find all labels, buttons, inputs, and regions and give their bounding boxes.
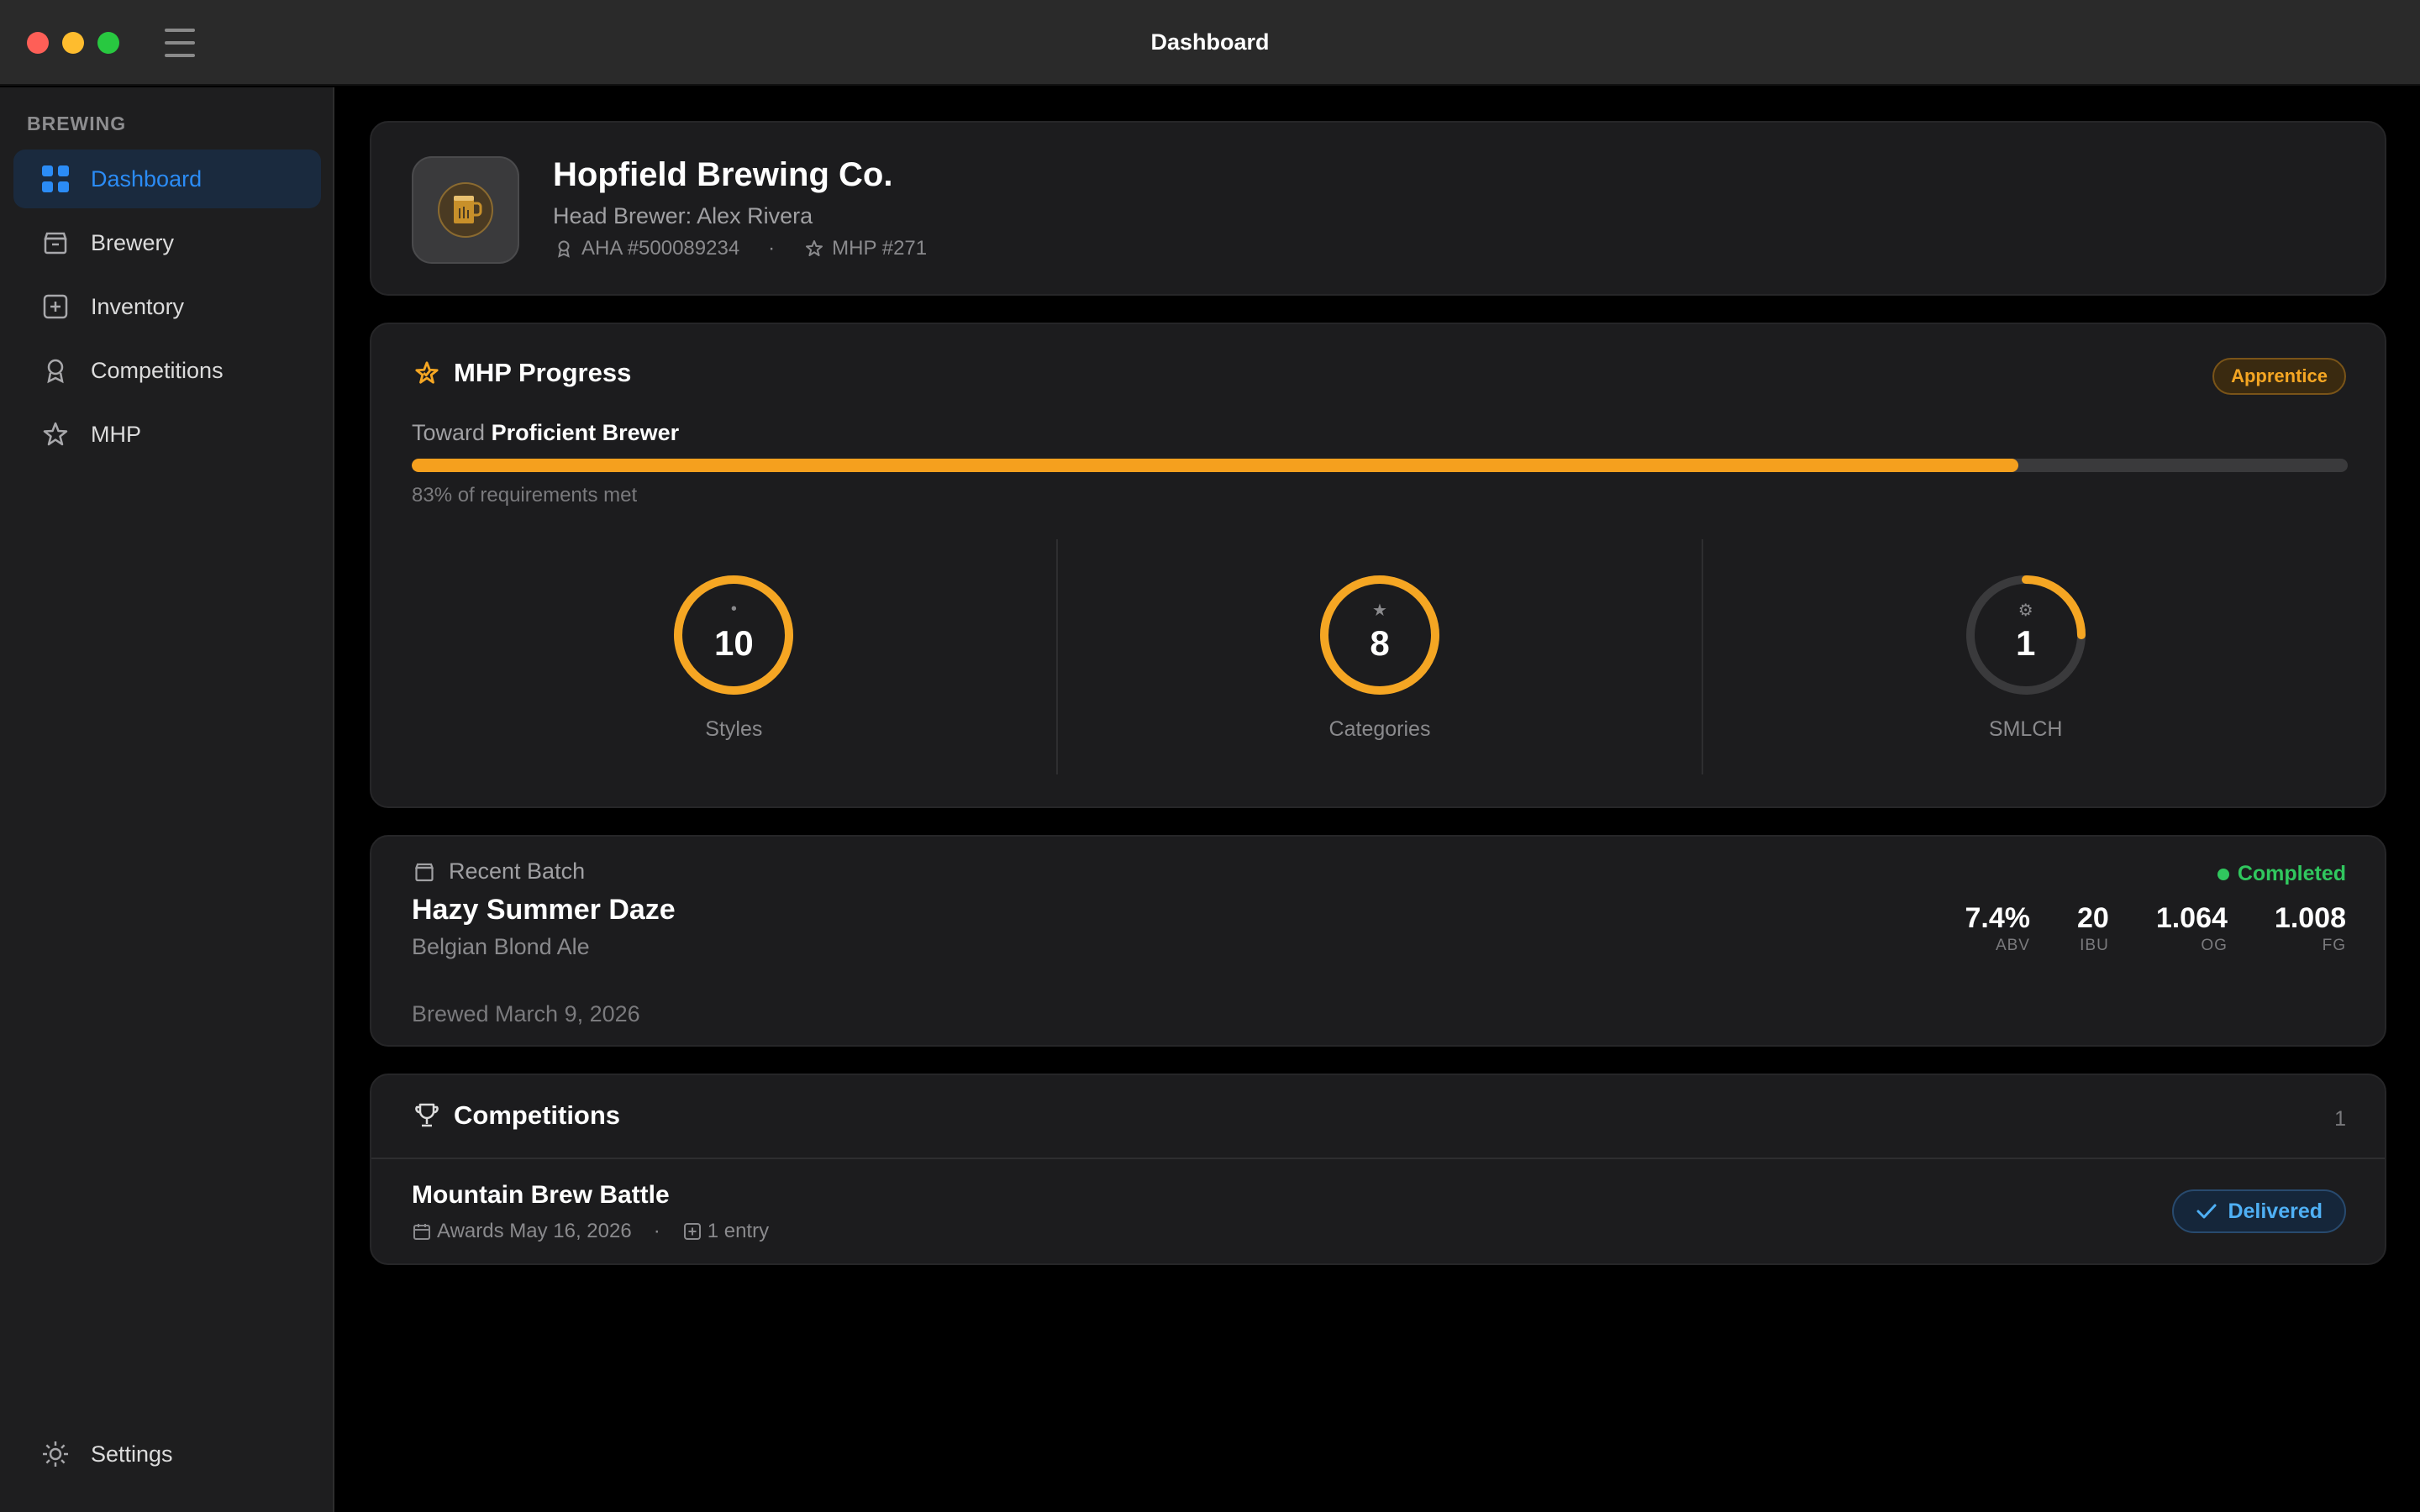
brewery-name: Hopfield Brewing Co. (553, 156, 893, 193)
head-brewer: Head Brewer: Alex Rivera (553, 203, 813, 228)
competitions-card: Competitions 1 Mountain Brew Battle Awar… (370, 1074, 2386, 1265)
calendar-icon (412, 1221, 432, 1242)
mhp-number: MHP #271 (832, 237, 928, 260)
stat-value: 20 (2076, 902, 2109, 934)
grid-icon (40, 164, 71, 194)
title-bar: Dashboard (0, 0, 2420, 86)
sidebar-item-label: Inventory (91, 293, 185, 319)
batch-name: Hazy Summer Daze (412, 894, 676, 926)
gauge-value: 8 (1370, 623, 1390, 663)
competition-meta: Awards May 16, 2026 · 1 entry (412, 1220, 769, 1243)
toward-prefix: Toward (412, 420, 486, 445)
stat-value: 7.4% (1965, 902, 2030, 934)
gauge-value: 1 (2015, 623, 2036, 663)
competitions-title-row: Competitions (412, 1100, 620, 1131)
mhp-progress-bar (412, 459, 2348, 472)
gauge-ring: • 10 (671, 573, 796, 697)
competition-name[interactable]: Mountain Brew Battle (412, 1181, 670, 1210)
profile-meta-row: AHA #500089234 · MHP #271 (553, 237, 927, 260)
rank-badge: Apprentice (2212, 358, 2346, 395)
gauge-categories: ★ 8 Categories (1055, 539, 1702, 774)
archive-box-icon (412, 859, 437, 885)
batch-header-label: Recent Batch (449, 858, 586, 884)
sidebar-item-settings[interactable]: Settings (13, 1425, 321, 1483)
sidebar-item-label: Competitions (91, 357, 224, 383)
delivered-status-badge[interactable]: Delivered (2172, 1189, 2346, 1233)
batch-stats: 7.4% ABV 20 IBU 1.064 OG 1.008 FG (1918, 902, 2346, 955)
mhp-progress-fill (412, 459, 2019, 472)
batch-status-label: Completed (2237, 862, 2346, 885)
batch-style: Belgian Blond Ale (412, 934, 590, 959)
gear-icon: ⚙ (2018, 601, 2033, 620)
entry-count: 1 entry (707, 1220, 770, 1242)
mhp-progress-card: MHP Progress Apprentice Toward Proficien… (370, 323, 2386, 808)
gauge-label: Categories (1328, 717, 1431, 741)
requirements-text: 83% of requirements met (412, 484, 638, 507)
star-outline-icon (803, 238, 825, 260)
stat-abv: 7.4% ABV (1965, 902, 2030, 955)
gauge-label: SMLCH (1988, 717, 2063, 741)
sidebar-item-label: Dashboard (91, 165, 203, 192)
batch-status: Completed (2217, 862, 2346, 886)
star-icon: ★ (1372, 601, 1387, 620)
gauge-label: Styles (705, 717, 763, 741)
status-dot-icon (2217, 868, 2229, 880)
sidebar: BREWING Dashboard Brewery Inventory Comp… (0, 87, 334, 1512)
batch-header: Recent Batch (412, 858, 585, 885)
awards-date: Awards May 16, 2026 (437, 1220, 632, 1242)
award-ribbon-icon (553, 238, 575, 260)
stat-og: 1.064 OG (2156, 902, 2228, 955)
brewery-logo-icon (412, 156, 519, 264)
stat-value: 1.064 (2155, 902, 2228, 934)
gauge-smlch: ⚙ 1 SMLCH (1702, 539, 2348, 774)
aha-number: AHA #500089234 (581, 237, 740, 260)
meta-separator: · (653, 1220, 660, 1242)
sidebar-item-inventory[interactable]: Inventory (13, 277, 321, 336)
recent-batch-card[interactable]: Recent Batch Hazy Summer Daze Belgian Bl… (370, 835, 2386, 1047)
star-badge-icon (412, 358, 442, 388)
stat-label: IBU (2080, 937, 2109, 954)
star-outline-icon (40, 419, 71, 449)
sidebar-item-dashboard[interactable]: Dashboard (13, 150, 321, 208)
sidebar-section-label: BREWING (27, 113, 127, 134)
meta-separator: · (768, 237, 776, 260)
dot-icon: • (730, 600, 737, 618)
toward-target: Toward Proficient Brewer (412, 420, 679, 446)
sidebar-item-brewery[interactable]: Brewery (13, 213, 321, 272)
plus-square-icon (682, 1221, 702, 1242)
gauge-ring: ★ 8 (1318, 573, 1442, 697)
divider (371, 1158, 2385, 1159)
toward-target-name: Proficient Brewer (491, 420, 680, 445)
stat-fg: 1.008 FG (2275, 902, 2346, 955)
gauge-ring: ⚙ 1 (1964, 573, 2088, 697)
delivered-label: Delivered (2228, 1199, 2323, 1223)
archive-box-icon (40, 228, 71, 258)
mhp-gauges: • 10 Styles ★ 8 Categories ⚙ 1 SMLCH (412, 539, 2348, 774)
sidebar-item-competitions[interactable]: Competitions (13, 341, 321, 400)
stat-label: OG (2201, 937, 2228, 954)
gauge-value: 10 (713, 623, 754, 663)
stat-ibu: 20 IBU (2077, 902, 2109, 955)
brewery-profile-card: Hopfield Brewing Co. Head Brewer: Alex R… (370, 121, 2386, 296)
window-title: Dashboard (1150, 29, 1270, 55)
gauge-styles: • 10 Styles (412, 539, 1056, 774)
sidebar-item-mhp[interactable]: MHP (13, 405, 321, 464)
competitions-count: 1 (2334, 1107, 2346, 1131)
gear-icon (40, 1439, 71, 1469)
plus-square-icon (40, 291, 71, 322)
sidebar-item-label: Settings (91, 1441, 173, 1467)
sidebar-item-label: Brewery (91, 229, 175, 255)
stat-label: FG (2322, 937, 2346, 954)
sidebar-item-label: MHP (91, 421, 141, 447)
mhp-title: MHP Progress (454, 358, 632, 387)
checkmark-icon (2196, 1200, 2217, 1222)
award-ribbon-icon (40, 355, 71, 386)
stat-label: ABV (1995, 937, 2030, 954)
mhp-title-row: MHP Progress (412, 358, 631, 388)
competitions-title: Competitions (454, 1100, 621, 1130)
brewed-date: Brewed March 9, 2026 (412, 1001, 640, 1026)
stat-value: 1.008 (2274, 902, 2346, 934)
trophy-icon (412, 1100, 442, 1131)
